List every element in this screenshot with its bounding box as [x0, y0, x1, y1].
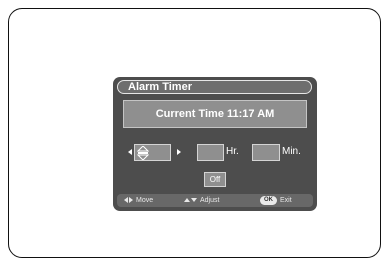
minute-label: Min. — [282, 146, 301, 157]
screen-frame: Alarm Timer Current Time 11:17 AM Hr. Mi… — [8, 8, 381, 258]
hour-label: Hr. — [226, 146, 239, 157]
footer-bar: Move Adjust OK Exit — [117, 194, 313, 207]
left-arrow-icon[interactable] — [128, 149, 132, 155]
up-triangle-icon — [184, 198, 190, 203]
alarm-timer-menu: Alarm Timer Current Time 11:17 AM Hr. Mi… — [113, 77, 317, 211]
right-triangle-icon — [129, 197, 133, 204]
minute-field[interactable] — [252, 144, 280, 161]
off-label: Off — [209, 175, 221, 184]
ok-button-icon: OK — [260, 195, 277, 205]
right-arrow-icon[interactable] — [177, 149, 181, 155]
exit-hint: OK Exit — [260, 194, 292, 207]
down-triangle-icon — [191, 198, 197, 203]
alarm-day-selector[interactable] — [134, 144, 171, 161]
adjust-hint-label: Adjust — [200, 197, 220, 204]
off-toggle-button[interactable]: Off — [204, 172, 226, 187]
move-hint-label: Move — [136, 197, 154, 204]
menu-title: Alarm Timer — [128, 81, 192, 93]
exit-hint-label: Exit — [280, 197, 292, 204]
left-triangle-icon — [124, 197, 128, 204]
adjust-hint: Adjust — [184, 194, 219, 207]
current-time-panel: Current Time 11:17 AM — [123, 100, 307, 128]
title-bar: Alarm Timer — [117, 80, 312, 94]
up-down-arrow-icon — [137, 146, 149, 160]
move-hint: Move — [124, 194, 153, 207]
current-time-text: Current Time 11:17 AM — [155, 108, 275, 120]
hour-field[interactable] — [197, 144, 224, 161]
